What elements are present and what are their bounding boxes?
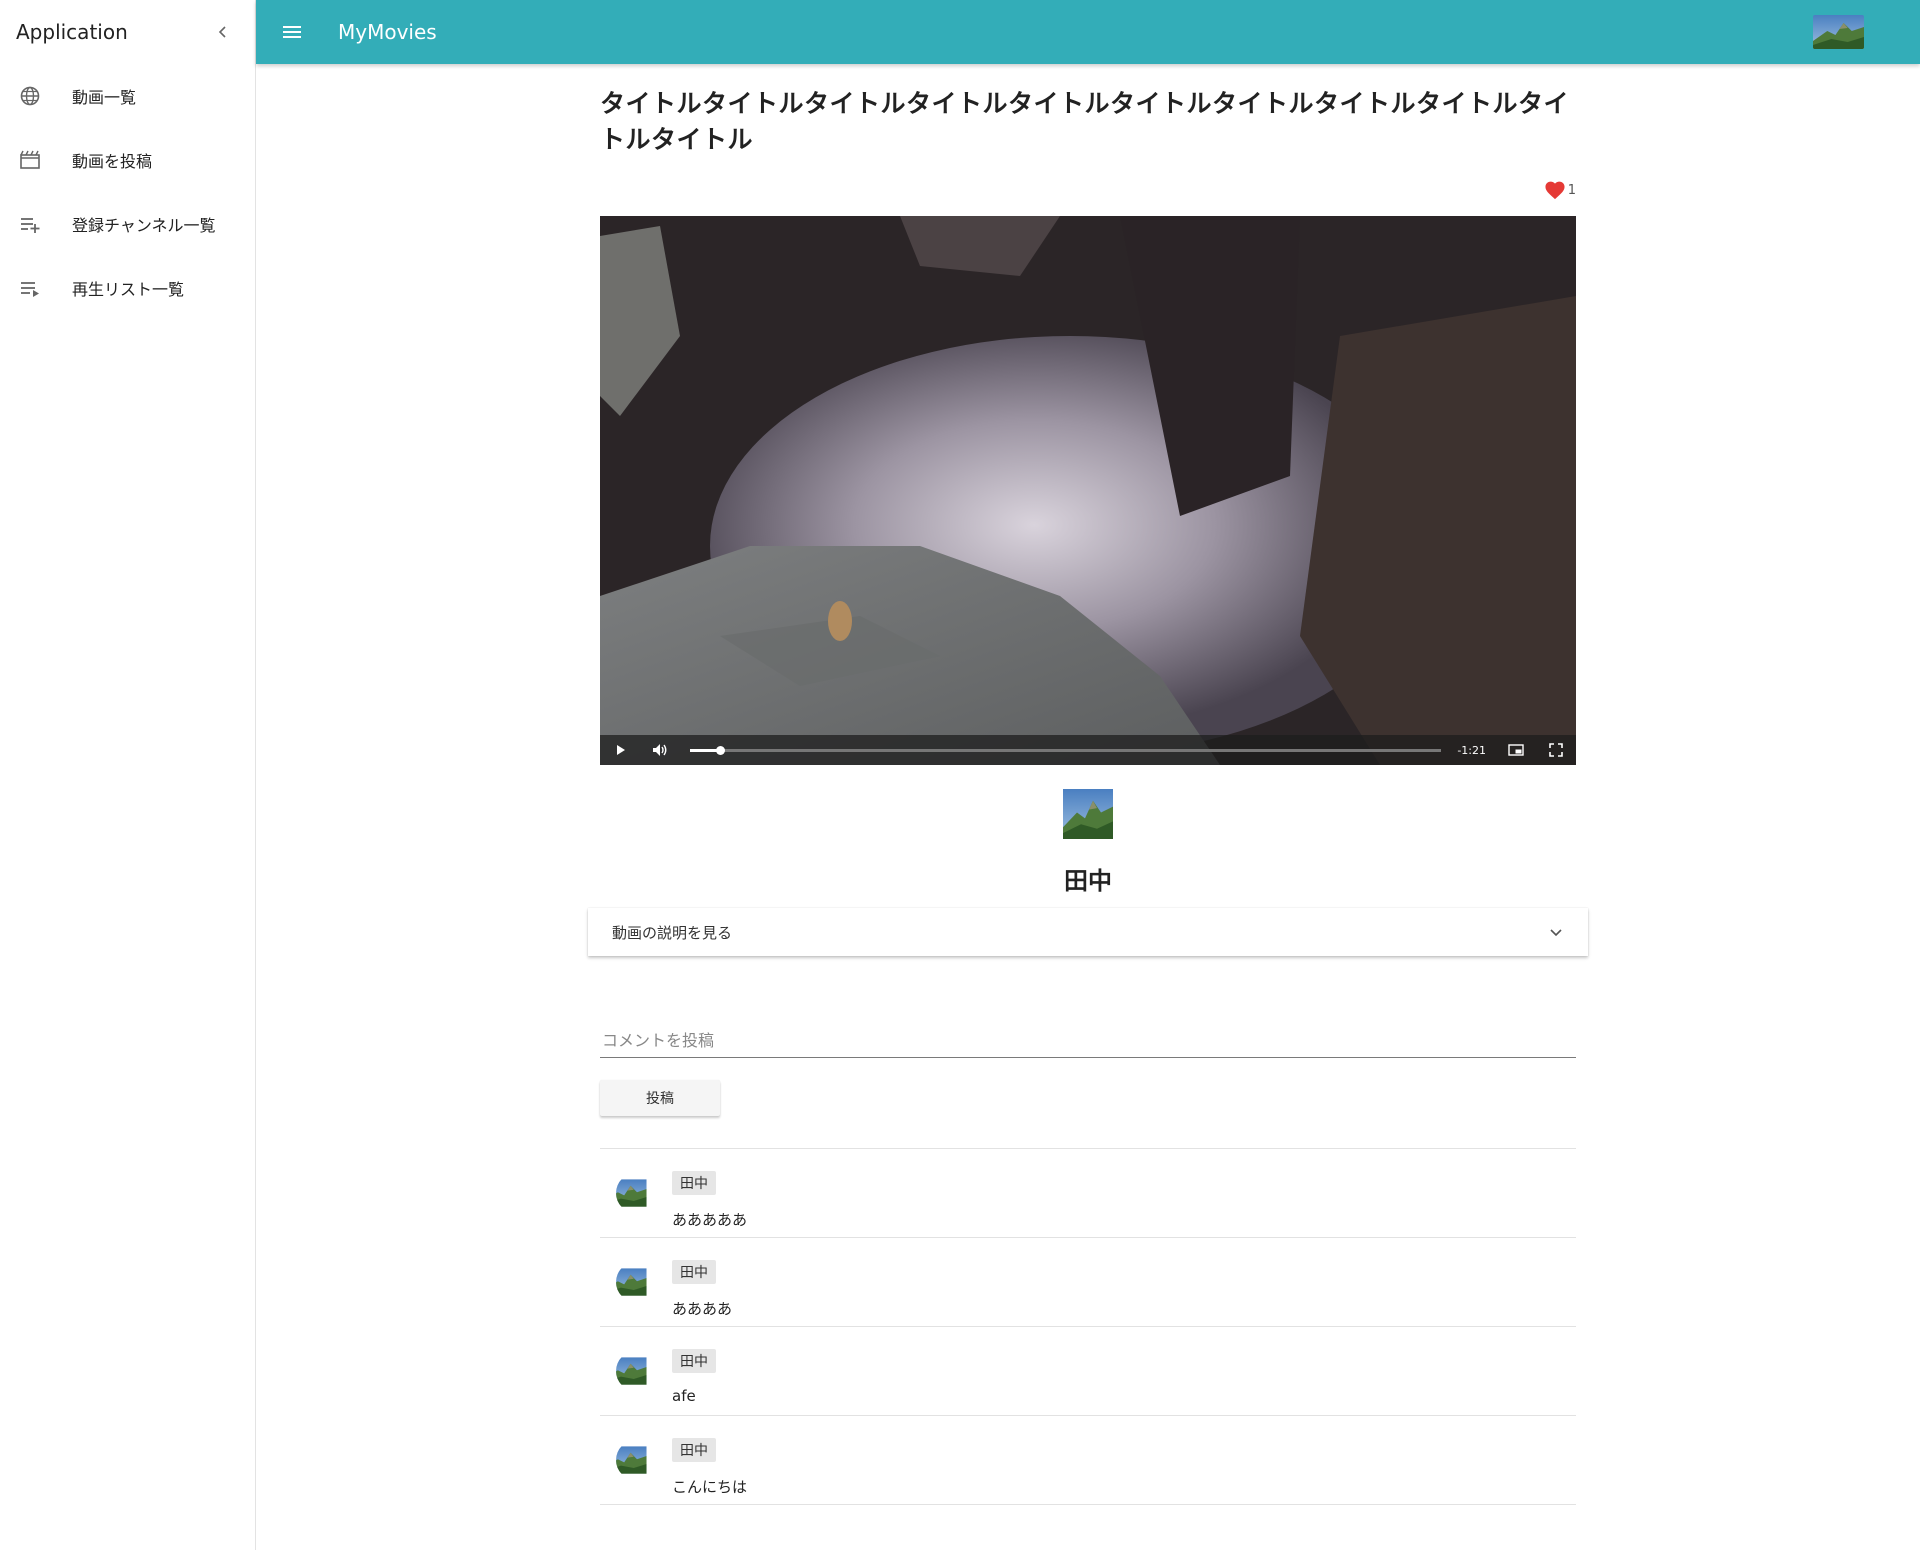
play-button[interactable] — [610, 740, 630, 760]
sidebar-item-videos[interactable]: 動画一覧 — [0, 64, 255, 128]
volume-button[interactable] — [650, 740, 670, 760]
sidebar-item-upload[interactable]: 動画を投稿 — [0, 128, 255, 192]
sidebar-item-label: 動画一覧 — [72, 88, 137, 107]
sidebar-item-subscriptions[interactable]: 登録チャンネル一覧 — [0, 192, 255, 256]
comment-avatar[interactable] — [616, 1440, 656, 1480]
sidebar-item-label: 再生リスト一覧 — [72, 280, 185, 299]
comment-username[interactable]: 田中 — [672, 1260, 716, 1284]
playlist-play-icon — [18, 276, 42, 300]
seek-bar-handle[interactable] — [716, 745, 726, 755]
sidebar: Application 動画一覧 動画を投稿 登録チャンネル一覧 再生リスト一覧 — [0, 0, 256, 1550]
comment-username[interactable]: 田中 — [672, 1438, 716, 1462]
user-avatar[interactable] — [1813, 15, 1864, 49]
comment-item: 田中 こんにちは — [600, 1416, 1576, 1505]
comment-list: 田中 あああああ 田中 ああああ 田中 afe 田中 こんにちは — [600, 1148, 1576, 1505]
time-remaining: -1:21 — [1457, 743, 1486, 757]
channel-info: 田中 — [600, 789, 1576, 896]
comment-item: 田中 ああああ — [600, 1238, 1576, 1327]
seek-bar[interactable] — [690, 745, 1442, 755]
like-row: 1 — [600, 178, 1576, 202]
collapse-sidebar-button[interactable] — [207, 16, 239, 48]
volume-icon — [653, 744, 667, 756]
comment-field — [600, 1024, 1576, 1058]
description-toggle-label: 動画の説明を見る — [612, 923, 733, 942]
comment-item: 田中 afe — [600, 1327, 1576, 1416]
chevron-down-icon — [1550, 929, 1562, 937]
fullscreen-button[interactable] — [1546, 740, 1566, 760]
globe-icon — [18, 84, 42, 108]
app-name: MyMovies — [338, 20, 437, 44]
sidebar-title: Application — [16, 20, 128, 44]
main-content: タイトルタイトルタイトルタイトルタイトルタイトルタイトルタイトルタイトルタイトル… — [588, 64, 1588, 1505]
comment-input[interactable] — [600, 1030, 1576, 1051]
sidebar-item-playlists[interactable]: 再生リスト一覧 — [0, 256, 255, 320]
picture-in-picture-button[interactable] — [1506, 740, 1526, 760]
comment-item: 田中 あああああ — [600, 1149, 1576, 1238]
description-expander[interactable]: 動画の説明を見る — [588, 908, 1588, 956]
video-frame — [600, 216, 1576, 765]
comment-text: afe — [672, 1387, 696, 1405]
comment-avatar[interactable] — [616, 1173, 656, 1213]
post-comment-button[interactable]: 投稿 — [600, 1080, 720, 1116]
sidebar-item-label: 登録チャンネル一覧 — [72, 216, 216, 235]
comment-username[interactable]: 田中 — [672, 1171, 716, 1195]
sidebar-item-label: 動画を投稿 — [72, 152, 153, 171]
channel-avatar[interactable] — [1063, 789, 1113, 839]
play-icon — [617, 745, 625, 755]
comment-avatar[interactable] — [616, 1351, 656, 1391]
comment-text: ああああ — [672, 1300, 733, 1318]
menu-button[interactable] — [268, 8, 316, 56]
clapperboard-icon — [18, 148, 42, 172]
comment-text: こんにちは — [672, 1478, 748, 1496]
video-title: タイトルタイトルタイトルタイトルタイトルタイトルタイトルタイトルタイトルタイトル… — [600, 89, 1570, 154]
heart-icon — [1545, 181, 1565, 200]
sidebar-header: Application — [0, 0, 255, 64]
video-player[interactable]: -1:21 — [600, 216, 1576, 765]
sidebar-nav: 動画一覧 動画を投稿 登録チャンネル一覧 再生リスト一覧 — [0, 64, 255, 320]
comment-username[interactable]: 田中 — [672, 1349, 716, 1373]
app-bar: MyMovies — [256, 0, 1920, 64]
playlist-add-icon — [18, 212, 42, 236]
fullscreen-icon — [1549, 743, 1563, 757]
like-button[interactable] — [1544, 180, 1566, 200]
player-controls: -1:21 — [600, 735, 1576, 765]
chevron-left-icon — [218, 26, 226, 38]
hamburger-icon — [283, 26, 301, 38]
comment-text: あああああ — [672, 1211, 748, 1229]
like-count: 1 — [1567, 182, 1576, 198]
channel-name: 田中 — [1064, 867, 1112, 895]
comment-avatar[interactable] — [616, 1262, 656, 1302]
picture-in-picture-icon — [1508, 744, 1524, 756]
